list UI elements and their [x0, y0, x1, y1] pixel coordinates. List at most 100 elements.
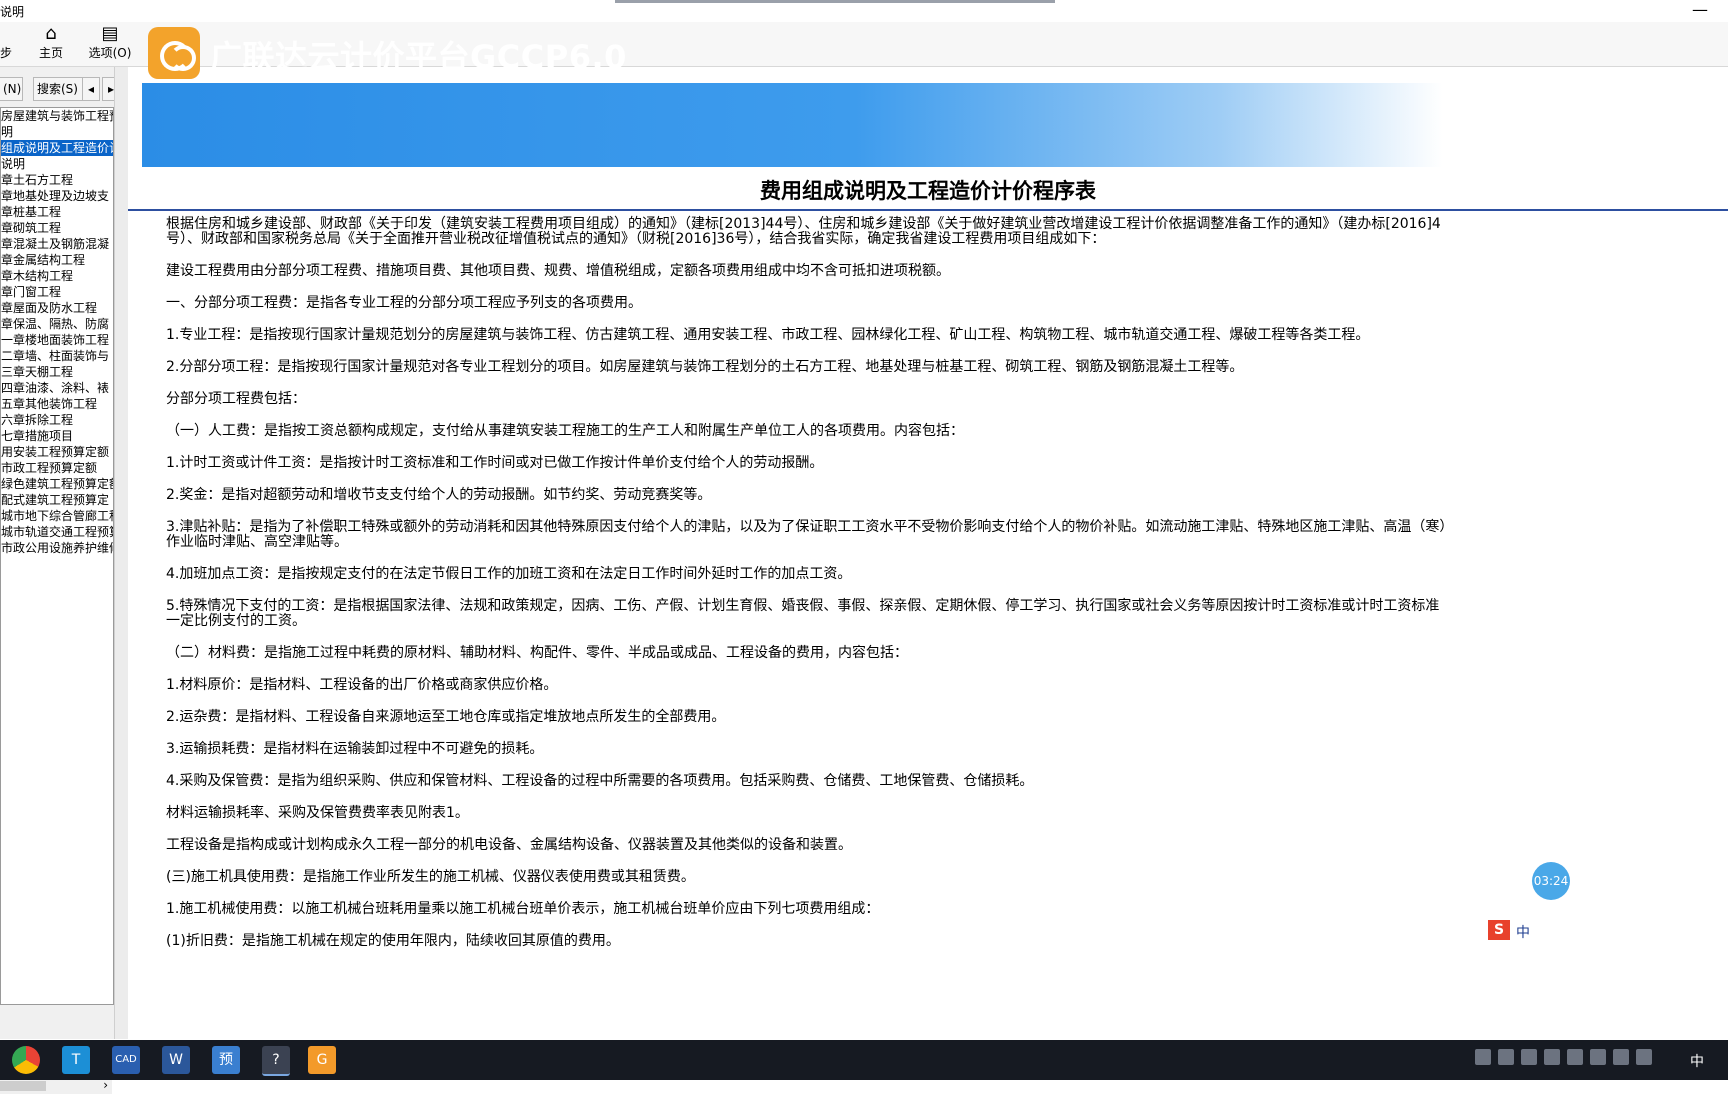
tree-item[interactable]: 市政工程预算定额 [1, 460, 113, 476]
paragraph-line: 分部分项工程费包括： [166, 391, 306, 407]
tray-icon[interactable] [1544, 1049, 1560, 1065]
tab-search[interactable]: 搜索(S) [33, 77, 83, 101]
tree-item[interactable]: 七章措施项目 [1, 428, 113, 444]
document-paragraph: 分部分项工程费包括： [166, 392, 1726, 407]
tree-item[interactable]: 六章拆除工程 [1, 412, 113, 428]
document-paragraph: 4.采购及保管费：是指为组织采购、供应和保管材料、工程设备的过程中所需要的各项费… [166, 774, 1726, 789]
document-paragraph: 3.津贴补贴：是指为了补偿职工特殊或额外的劳动消耗和因其他特殊原因支付给个人的津… [166, 520, 1726, 550]
home-label: 主页 [38, 46, 63, 60]
t-app-icon[interactable]: T [62, 1046, 90, 1074]
tree-item[interactable]: 组成说明及工程造价计 [1, 140, 113, 156]
tree-item[interactable]: 章桩基工程 [1, 204, 113, 220]
document-paragraph: 建设工程费用由分部分项工程费、措施项目费、其他项目费、规费、增值税组成，定额各项… [166, 264, 1726, 279]
scrollbar-thumb[interactable] [0, 1081, 46, 1091]
paragraph-line: 一、分部分项工程费：是指各专业工程的分部分项工程应予列支的各项费用。 [166, 295, 642, 311]
tray-icon[interactable] [1613, 1049, 1629, 1065]
sogou-ime-icon[interactable]: S [1488, 920, 1510, 940]
paragraph-line: 4.加班加点工资：是指按规定支付的在法定节假日工作的加班工资和在法定日工作时间外… [166, 566, 852, 582]
tree-item[interactable]: 说明 [1, 156, 113, 172]
tab-index[interactable]: (N) [0, 77, 23, 101]
recording-timer-badge[interactable]: 03:24 [1532, 862, 1570, 900]
banner-title: 广联达云计价平台GCCP6.0 [210, 38, 627, 76]
document-paragraph: 2.分部分项工程：是指按现行国家计量规范对各专业工程划分的项目。如房屋建筑与装饰… [166, 360, 1726, 375]
document-paragraph: 工程设备是指构成或计划构成永久工程一部分的机电设备、金属结构设备、仪器装置及其他… [166, 838, 1726, 853]
tab-scroll-left-icon[interactable]: ◂ [82, 77, 100, 101]
document-paragraph: （二）材料费：是指施工过程中耗费的原材料、辅助材料、构配件、零件、半成品或成品、… [166, 646, 1726, 661]
tree-item[interactable]: 四章油漆、涂料、裱 [1, 380, 113, 396]
tray-icon[interactable] [1590, 1049, 1606, 1065]
tray-icon[interactable] [1498, 1049, 1514, 1065]
nav-tab-row: (N) 搜索(S) ◂ ▸ [0, 77, 120, 101]
tree-item[interactable]: 绿色建筑工程预算定额 [1, 476, 113, 492]
yu-app-icon[interactable]: 预 [212, 1046, 240, 1074]
g-app-icon[interactable]: G [308, 1046, 336, 1074]
options-button[interactable]: ▤ 选项(O) [86, 24, 134, 64]
tree-item[interactable]: 用安装工程预算定额 [1, 444, 113, 460]
scroll-right-icon[interactable]: › [103, 1078, 108, 1092]
tree-item[interactable]: 二章墙、柱面装饰与 [1, 348, 113, 364]
document-paragraph: （一）人工费：是指按工资总额构成规定，支付给从事建筑安装工程施工的生产工人和附属… [166, 424, 1726, 439]
tray-icon[interactable] [1475, 1049, 1491, 1065]
cad-icon[interactable]: CAD [112, 1046, 140, 1074]
tree-item[interactable]: 市政公用设施养护维修 [1, 540, 113, 556]
paragraph-line: 1.施工机械使用费：以施工机械台班耗用量乘以施工机械台班单价表示，施工机械台班单… [166, 901, 880, 917]
ime-toolbar[interactable]: S 中 [1484, 918, 1728, 942]
help-app-icon[interactable]: ? [262, 1046, 290, 1076]
paragraph-line: 3.运输损耗费：是指材料在运输装卸过程中不可避免的损耗。 [166, 741, 544, 757]
tree-item[interactable]: 章屋面及防水工程 [1, 300, 113, 316]
volume-icon[interactable] [1636, 1049, 1652, 1065]
chrome-icon[interactable] [12, 1046, 40, 1074]
tree-item[interactable]: 章混凝土及钢筋混凝 [1, 236, 113, 252]
tree-item[interactable]: 章砌筑工程 [1, 220, 113, 236]
titlebar-highlight [615, 0, 1055, 3]
document-paragraph: 根据住房和城乡建设部、财政部《关于印发（建筑安装工程费用项目组成）的通知》（建标… [166, 217, 1726, 247]
system-tray[interactable] [1475, 1049, 1659, 1071]
home-button[interactable]: ⌂ 主页 [32, 24, 70, 64]
paragraph-line: 2.运杂费：是指材料、工程设备自来源地运至工地仓库或指定堆放地点所发生的全部费用… [166, 709, 726, 725]
tree-item[interactable]: 章金属结构工程 [1, 252, 113, 268]
document-paragraph: 5.特殊情况下支付的工资：是指根据国家法律、法规和政策规定，因病、工伤、产假、计… [166, 599, 1726, 629]
tree-item[interactable]: 章门窗工程 [1, 284, 113, 300]
word-icon[interactable]: W [162, 1046, 190, 1074]
tray-icon[interactable] [1567, 1049, 1583, 1065]
taskbar-ime-indicator[interactable]: 中 [1690, 1051, 1704, 1071]
pane-splitter[interactable] [114, 67, 129, 1039]
minimize-button[interactable]: — [1692, 0, 1708, 19]
tree-item[interactable]: 章土石方工程 [1, 172, 113, 188]
tree-item[interactable]: 三章天棚工程 [1, 364, 113, 380]
document-paragraph: 1.施工机械使用费：以施工机械台班耗用量乘以施工机械台班单价表示，施工机械台班单… [166, 902, 1726, 917]
tree-item[interactable]: 一章楼地面装饰工程 [1, 332, 113, 348]
glodon-logo-icon [148, 27, 200, 79]
document-paragraph: 1.计时工资或计件工资：是指按计时工资标准和工作时间或对已做工作按计件单价支付给… [166, 456, 1726, 471]
document-paragraph: 3.运输损耗费：是指材料在运输装卸过程中不可避免的损耗。 [166, 742, 1726, 757]
document-paragraph: 4.加班加点工资：是指按规定支付的在法定节假日工作的加班工资和在法定日工作时间外… [166, 567, 1726, 582]
paragraph-line: 工程设备是指构成或计划构成永久工程一部分的机电设备、金属结构设备、仪器装置及其他… [166, 837, 852, 853]
paragraph-line: 1.计时工资或计件工资：是指按计时工资标准和工作时间或对已做工作按计件单价支付给… [166, 455, 824, 471]
paragraph-line: 根据住房和城乡建设部、财政部《关于印发（建筑安装工程费用项目组成）的通知》（建标… [166, 216, 1441, 232]
product-banner [142, 83, 1728, 167]
tree-item[interactable]: 章地基处理及边坡支 [1, 188, 113, 204]
document-title: 费用组成说明及工程造价计价程序表 [760, 178, 1096, 203]
sync-button[interactable]: 步 [0, 24, 14, 64]
document-paragraph: 2.运杂费：是指材料、工程设备自来源地运至工地仓库或指定堆放地点所发生的全部费用… [166, 710, 1726, 725]
paragraph-line: 一定比例支付的工资。 [166, 613, 306, 629]
tree-item[interactable]: 城市轨道交通工程预算 [1, 524, 113, 540]
paragraph-line: （二）材料费：是指施工过程中耗费的原材料、辅助材料、构配件、零件、半成品或成品、… [166, 645, 908, 661]
document-paragraph: 2.奖金：是指对超额劳动和增收节支支付给个人的劳动报酬。如节约奖、劳动竞赛奖等。 [166, 488, 1726, 503]
paragraph-line: (三)施工机具使用费：是指施工作业所发生的施工机械、仪器仪表使用费或其租赁费。 [166, 869, 695, 885]
document-paragraph: (三)施工机具使用费：是指施工作业所发生的施工机械、仪器仪表使用费或其租赁费。 [166, 870, 1726, 885]
tray-icon[interactable] [1521, 1049, 1537, 1065]
tree-item[interactable]: 五章其他装饰工程 [1, 396, 113, 412]
window-titlebar: 说明 — [0, 0, 1728, 22]
tree-item[interactable]: 房屋建筑与装饰工程预 [1, 108, 113, 124]
document-paragraph: 一、分部分项工程费：是指各专业工程的分部分项工程应予列支的各项费用。 [166, 296, 1726, 311]
tree-item[interactable]: 章保温、隔热、防腐 [1, 316, 113, 332]
contents-tree[interactable]: 房屋建筑与装饰工程预明组成说明及工程造价计 说明 章土石方工程 章地基处理及边坡支 章桩… [0, 107, 114, 1005]
tree-item[interactable]: 城市地下综合管廊工程 [1, 508, 113, 524]
tree-item[interactable]: 明 [1, 124, 113, 140]
sync-label: 步 [0, 46, 12, 60]
tree-item[interactable]: 配式建筑工程预算定 [1, 492, 113, 508]
paragraph-line: 1.材料原价：是指材料、工程设备的出厂价格或商家供应价格。 [166, 677, 558, 693]
ime-mode-label[interactable]: 中 [1516, 922, 1530, 942]
tree-item[interactable]: 章木结构工程 [1, 268, 113, 284]
